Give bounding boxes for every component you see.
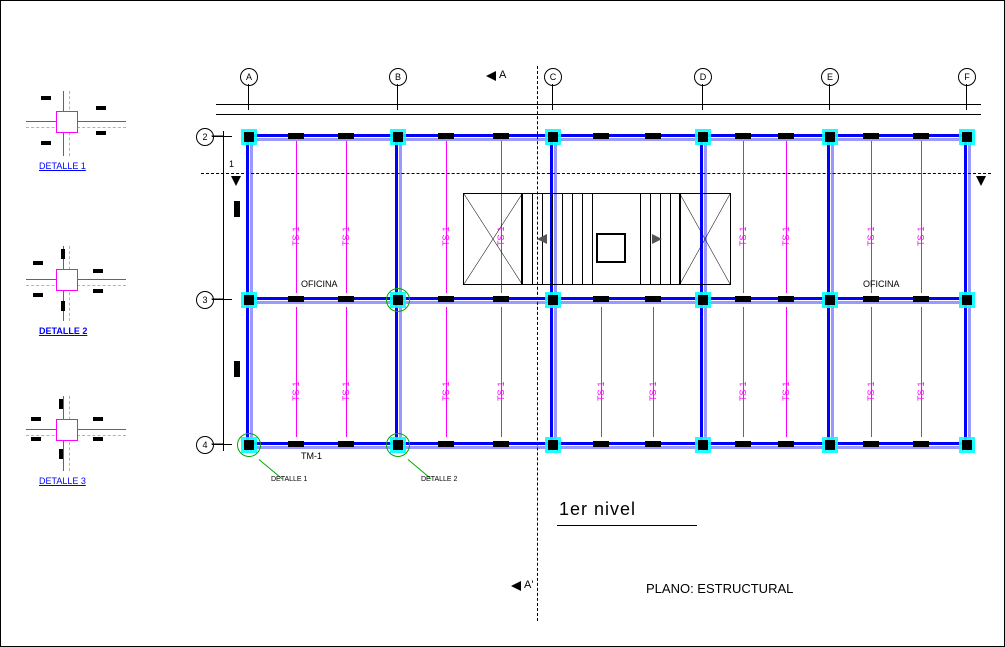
detail-callout-2-label: DETALLE 2 bbox=[421, 476, 457, 483]
room-label-2: OFICINA bbox=[863, 279, 900, 289]
beam-colF bbox=[964, 134, 967, 445]
beam-label-TM1: TM-1 bbox=[301, 451, 322, 461]
detail-callout-3 bbox=[386, 288, 410, 312]
shaft-left bbox=[463, 193, 523, 285]
detail-3-link[interactable]: DETALLE 3 bbox=[39, 476, 86, 486]
beam-colD bbox=[700, 134, 703, 445]
joist-label: TS-1 bbox=[291, 226, 301, 246]
section-arrow-1-right bbox=[976, 176, 986, 186]
section-arrow-1-left bbox=[231, 176, 241, 186]
section-cut-1: 1 bbox=[229, 159, 234, 169]
detail-3-column bbox=[56, 419, 78, 441]
detail-1-column bbox=[56, 111, 78, 133]
grid-bubble-C: C bbox=[544, 68, 562, 86]
detail-2-column bbox=[56, 269, 78, 291]
grid-bubble-E: E bbox=[821, 68, 839, 86]
column bbox=[244, 132, 254, 142]
detail-2-link[interactable]: DETALLE 2 bbox=[39, 326, 87, 336]
grid-bubble-2: 2 bbox=[196, 128, 214, 146]
drawing-canvas: A B C D E F A 2 3 4 1 bbox=[0, 0, 1005, 647]
beam-colE bbox=[827, 134, 830, 445]
axis-h-1 bbox=[201, 173, 991, 174]
grid-bubble-3: 3 bbox=[196, 291, 214, 309]
section-label-bottom: A' bbox=[524, 579, 533, 591]
dim-line-top-2 bbox=[216, 114, 981, 115]
core bbox=[596, 233, 626, 263]
detail-callout-1 bbox=[237, 433, 261, 457]
beam-colA bbox=[246, 134, 249, 445]
room-label-1: OFICINA bbox=[301, 279, 338, 289]
grid-bubble-B: B bbox=[389, 68, 407, 86]
plan-label: PLANO: ESTRUCTURAL bbox=[646, 581, 793, 596]
detail-callout-1-label: DETALLE 1 bbox=[271, 476, 307, 483]
grid-bubble-F: F bbox=[958, 68, 976, 86]
detail-1-link[interactable]: DETALLE 1 bbox=[39, 161, 86, 171]
section-arrow-top bbox=[486, 71, 496, 81]
grid-bubble-A: A bbox=[240, 68, 258, 86]
detail-callout-2 bbox=[386, 433, 410, 457]
grid-bubble-4: 4 bbox=[196, 436, 214, 454]
grid-bubble-D: D bbox=[694, 68, 712, 86]
dim-line-left bbox=[223, 131, 224, 451]
section-label-top: A bbox=[499, 69, 506, 81]
beam-colC bbox=[550, 134, 553, 445]
axis-v-center bbox=[537, 66, 538, 621]
dim-line-top-1 bbox=[216, 104, 981, 105]
shaft-right bbox=[679, 193, 731, 285]
section-arrow-bottom bbox=[511, 581, 521, 591]
floor-title: 1er nivel bbox=[559, 499, 636, 520]
